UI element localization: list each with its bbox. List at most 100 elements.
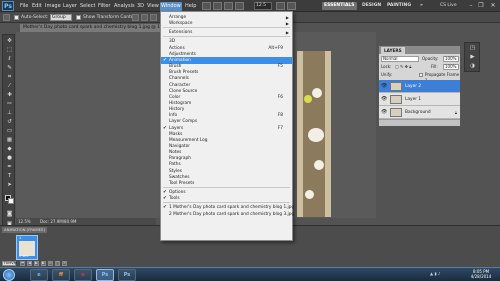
layer-name: Background [405, 110, 431, 115]
window-menu-item-workspace[interactable]: Workspace ▶ [161, 20, 292, 27]
start-button[interactable] [3, 269, 15, 281]
more-workspaces-icon[interactable]: » [418, 2, 425, 10]
taskbar-ie-icon[interactable]: e [30, 269, 48, 281]
color-panel-icon[interactable]: ◑ [468, 63, 477, 70]
arrange-documents-icon[interactable] [276, 2, 285, 10]
healing-brush-tool-icon[interactable]: ✚ [5, 92, 14, 99]
mini-bridge-icon[interactable] [213, 2, 222, 10]
opacity-field[interactable]: 100% [443, 56, 459, 62]
play-icon[interactable]: ▶ [34, 261, 39, 266]
layer-row[interactable]: 👁︎ Layer 1 [379, 93, 460, 106]
hand-tool-icon[interactable] [224, 2, 233, 10]
align-top-icon[interactable] [132, 14, 139, 21]
quick-mask-icon[interactable]: ◙ [5, 211, 14, 218]
auto-select-checkbox[interactable] [14, 15, 19, 20]
window-menu-item-tools[interactable]: ✔ Tools [161, 195, 292, 202]
blur-tool-icon[interactable]: ◆ [5, 146, 14, 153]
restore-icon[interactable]: ❐ [476, 1, 486, 10]
menu-filter[interactable]: Filter [97, 2, 111, 11]
history-brush-tool-icon[interactable]: ↺ [5, 119, 14, 126]
menu-window[interactable]: Window [160, 2, 182, 11]
pen-tool-icon[interactable]: ✒ [5, 164, 14, 171]
close-icon[interactable]: ✕ [488, 1, 498, 10]
propagate-checkbox[interactable] [419, 73, 423, 77]
quick-select-tool-icon[interactable]: ✎ [5, 65, 14, 72]
menu-image[interactable]: Image [44, 2, 62, 11]
workspace-design[interactable]: DESIGN [360, 2, 383, 10]
clock[interactable]: 8:05 PM 4/28/2014 [466, 269, 496, 279]
frame-delay[interactable]: 0 sec. [19, 254, 29, 259]
prev-frame-icon[interactable]: ◀ [27, 261, 32, 266]
lasso-tool-icon[interactable]: ℓ [5, 56, 14, 63]
clone-stamp-tool-icon[interactable]: ⊥ [5, 110, 14, 117]
window-menu-item-tool-presets[interactable]: Tool Presets [161, 180, 292, 187]
zoom-level-field[interactable]: 12.5 [254, 2, 272, 10]
window-menu-item-extensions[interactable]: Extensions ▶ [161, 29, 292, 36]
auto-select-dropdown[interactable]: Group [50, 14, 72, 21]
cs-live-button[interactable]: CS Live [440, 2, 457, 10]
zoom-status[interactable]: 12.5% [18, 219, 31, 224]
eyedropper-tool-icon[interactable]: ⁄ [5, 83, 14, 90]
path-select-tool-icon[interactable]: ➤ [5, 182, 14, 189]
doc-size-status[interactable]: Doc: 27.9M/80.9M [40, 219, 76, 224]
workspace-painting[interactable]: PAINTING [385, 2, 413, 10]
taskbar-firefox-icon[interactable]: ff [52, 269, 70, 281]
document-tab[interactable]: Mother's Day photo card spark and chemis… [20, 24, 162, 32]
history-panel-icon[interactable]: ◳ [468, 45, 477, 52]
tab-animation[interactable]: ANIMATION (FRAMES) [2, 227, 47, 233]
marquee-tool-icon[interactable]: ⬚ [5, 47, 14, 54]
menu-item-label: 2 Mother's Day photo card spark and chem… [169, 211, 295, 217]
move-tool-icon[interactable]: ✥ [5, 38, 14, 45]
layer-name: Layer 1 [405, 97, 422, 102]
gradient-tool-icon[interactable]: ▦ [5, 137, 14, 144]
blend-mode-dropdown[interactable]: Normal [381, 56, 419, 62]
background-color-swatch[interactable] [8, 198, 14, 204]
window-menu-item-2-mother-s-day-photo-card-spark-and-chemistry-blog-3-jpg[interactable]: 2 Mother's Day photo card spark and chem… [161, 211, 295, 218]
taskbar-opera-icon[interactable]: o [74, 269, 92, 281]
align-middle-icon[interactable] [141, 14, 148, 21]
menu-file[interactable]: File [19, 2, 29, 11]
loop-dropdown[interactable]: Forever [2, 261, 17, 266]
animation-frame[interactable]: 1 0 sec. [16, 235, 38, 260]
menu-help[interactable]: Help [184, 2, 197, 11]
menu-layer[interactable]: Layer [62, 2, 78, 11]
bridge-icon[interactable] [202, 2, 211, 10]
first-frame-icon[interactable]: ⏮ [20, 261, 25, 266]
layer-row[interactable]: 👁︎ Layer 2 [379, 80, 460, 93]
layers-panel-header: LAYERS [379, 46, 460, 54]
eye-icon[interactable]: 👁︎ [381, 96, 387, 102]
menu-3d[interactable]: 3D [136, 2, 145, 11]
tab-layers[interactable]: LAYERS [381, 47, 405, 54]
actions-panel-icon[interactable]: ▶ [468, 54, 477, 61]
zoom-tool-icon[interactable] [235, 2, 244, 10]
delete-frame-icon[interactable]: ✕ [62, 261, 67, 266]
eye-icon[interactable]: 👁︎ [381, 109, 387, 115]
screen-mode-icon[interactable] [287, 2, 296, 10]
crop-tool-icon[interactable]: ⌗ [5, 74, 14, 81]
show-transform-checkbox[interactable] [76, 15, 81, 20]
move-tool-icon[interactable] [3, 14, 10, 21]
next-frame-icon[interactable]: ▶ [41, 261, 46, 266]
fill-field[interactable]: 100% [443, 64, 459, 70]
menu-view[interactable]: View [146, 2, 160, 11]
dodge-tool-icon[interactable]: ● [5, 155, 14, 162]
minimize-icon[interactable]: – [466, 1, 476, 10]
layer-row[interactable]: 👁︎ Background 🔒︎ [379, 106, 460, 119]
taskbar-photoshop-icon[interactable]: Ps [96, 269, 114, 281]
menu-edit[interactable]: Edit [31, 2, 43, 11]
taskbar-photoshop-icon[interactable]: Ps [118, 269, 136, 281]
lock-icons[interactable]: ▢ ✎ ✥ 🔒︎ [395, 64, 411, 70]
tween-icon[interactable]: ≈ [48, 261, 53, 266]
menu-select[interactable]: Select [79, 2, 96, 11]
align-bottom-icon[interactable] [150, 14, 157, 21]
new-frame-icon[interactable]: ▢ [55, 261, 60, 266]
type-tool-icon[interactable]: T [5, 173, 14, 180]
menu-item-label: Extensions [169, 30, 193, 36]
white-flower [312, 88, 322, 98]
brush-tool-icon[interactable]: ✏ [5, 101, 14, 108]
menu-analysis[interactable]: Analysis [113, 2, 136, 11]
system-tray-icons[interactable]: ▲ ▮ ♪ [430, 271, 440, 276]
eraser-tool-icon[interactable]: ▭ [5, 128, 14, 135]
workspace-essentials[interactable]: ESSENTIALS [322, 2, 357, 10]
eye-icon[interactable]: 👁︎ [381, 83, 387, 89]
